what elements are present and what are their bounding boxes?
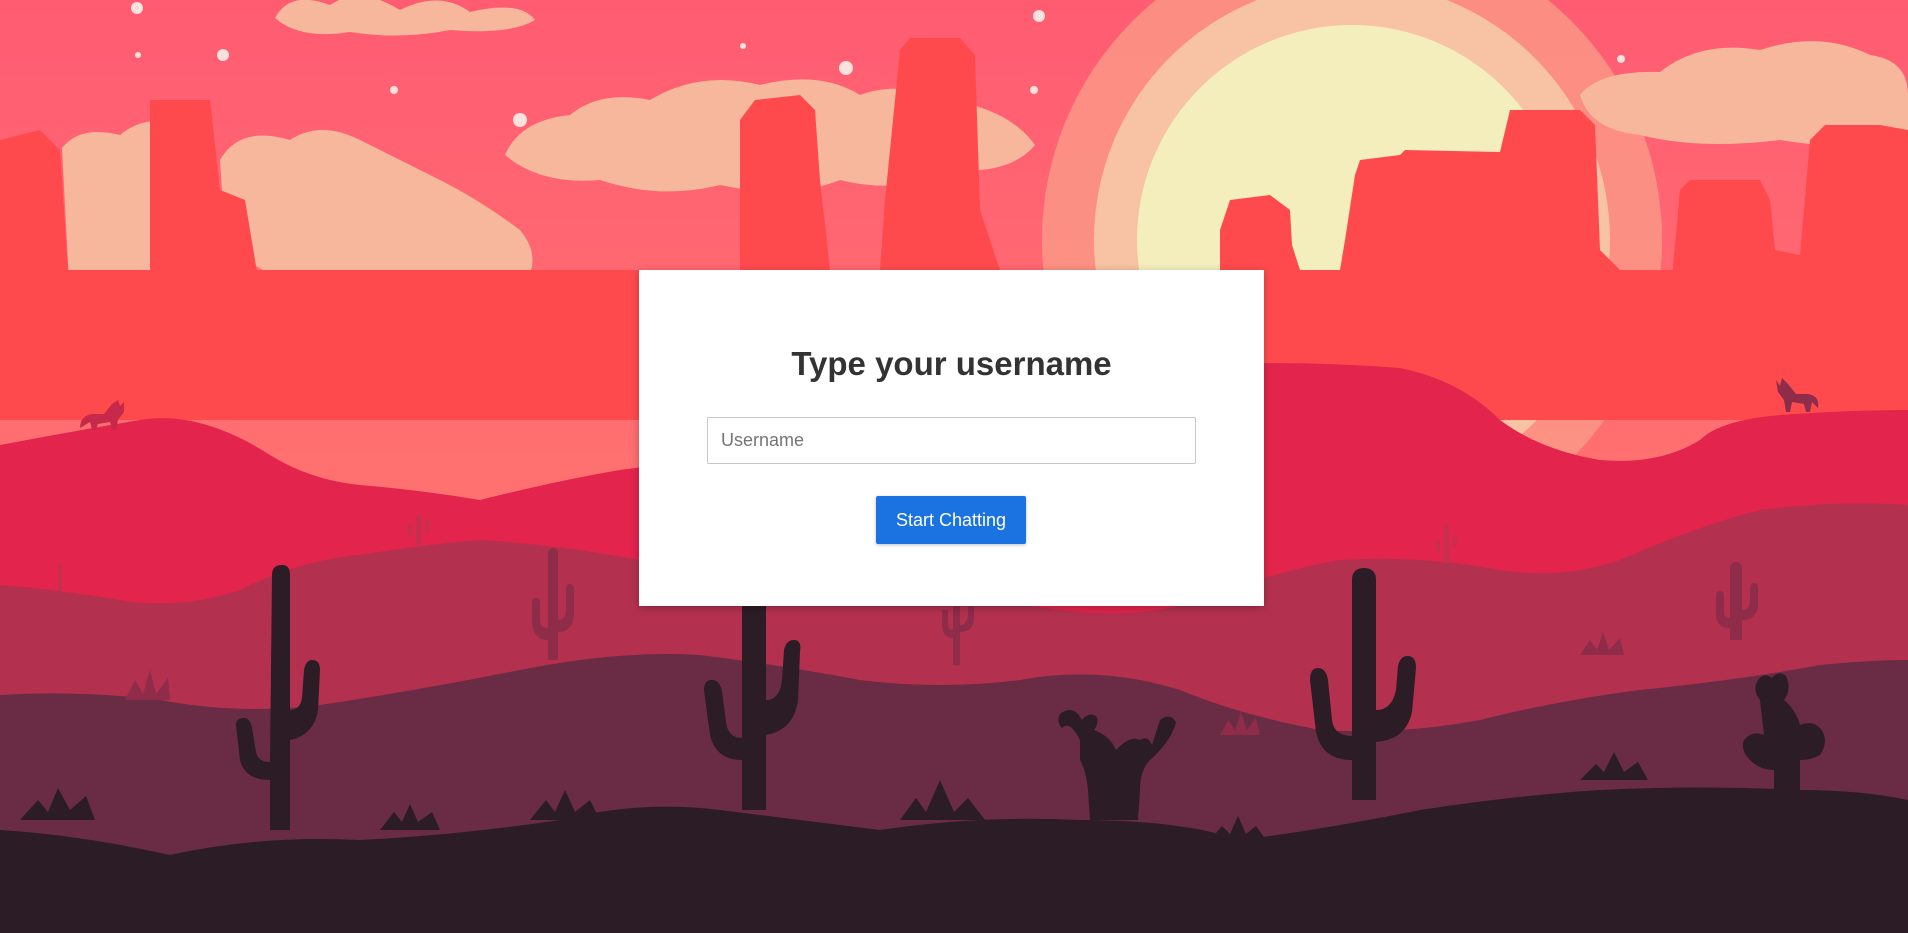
login-title: Type your username [791,345,1112,382]
username-input[interactable] [707,417,1196,464]
start-chatting-button[interactable]: Start Chatting [876,496,1026,544]
login-card: Type your username Start Chatting [639,270,1264,606]
